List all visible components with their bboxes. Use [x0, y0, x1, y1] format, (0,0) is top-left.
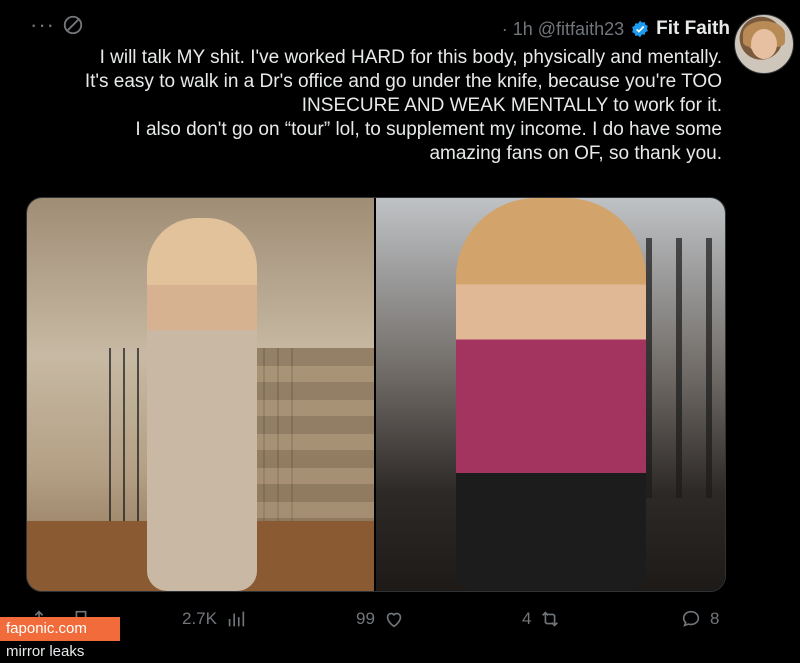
tweet-media[interactable]	[26, 197, 726, 592]
handle-time[interactable]: · 1h @fitfaith23	[502, 19, 624, 40]
avatar-face	[751, 29, 777, 59]
tweet-line: I also don't go on “tour” lol, to supple…	[135, 119, 722, 140]
more-icon[interactable]: ···	[30, 12, 55, 38]
reply-count: 8	[710, 609, 720, 628]
like-icon	[386, 612, 402, 628]
media-photo-right[interactable]	[376, 198, 725, 591]
avatar[interactable]	[734, 14, 794, 74]
media-photo-left[interactable]	[27, 198, 374, 591]
tweet-line: It's easy to walk in a Dr's office and g…	[84, 71, 722, 92]
tweet-text: I will talk MY shit. I've worked HARD fo…	[22, 46, 722, 166]
views-count: 2.7K	[182, 609, 217, 628]
grok-icon[interactable]	[62, 14, 84, 36]
reply-button[interactable]: 8	[680, 608, 719, 630]
tweet-card: ··· · 1h @fitfaith23 Fit Faith I will ta…	[0, 0, 800, 663]
like-count: 99	[356, 609, 375, 628]
views-button[interactable]: 2.7K	[182, 608, 247, 630]
action-bar: 8 4 99 2.7K	[0, 600, 800, 640]
reply-icon	[682, 610, 700, 627]
verified-icon	[632, 20, 648, 38]
tweet-line: amazing fans on OF, so thank you.	[429, 143, 722, 164]
watermark-site: faponic.com	[0, 617, 120, 641]
views-icon	[228, 611, 245, 627]
tweet-line: I will talk MY shit. I've worked HARD fo…	[99, 47, 722, 68]
repost-button[interactable]: 4	[522, 608, 561, 630]
watermark: faponic.com mirror leaks	[0, 617, 120, 663]
tweet-line: INSECURE AND WEAK MENTALLY to work for i…	[301, 95, 722, 116]
person-figure	[456, 198, 646, 591]
display-name[interactable]: Fit Faith	[656, 18, 730, 40]
repost-icon	[542, 611, 559, 627]
tweet-header: · 1h @fitfaith23 Fit Faith	[502, 16, 730, 42]
watermark-subtitle: mirror leaks	[0, 641, 120, 663]
repost-count: 4	[522, 609, 532, 628]
person-figure	[147, 218, 257, 591]
like-button[interactable]: 99	[356, 608, 405, 630]
